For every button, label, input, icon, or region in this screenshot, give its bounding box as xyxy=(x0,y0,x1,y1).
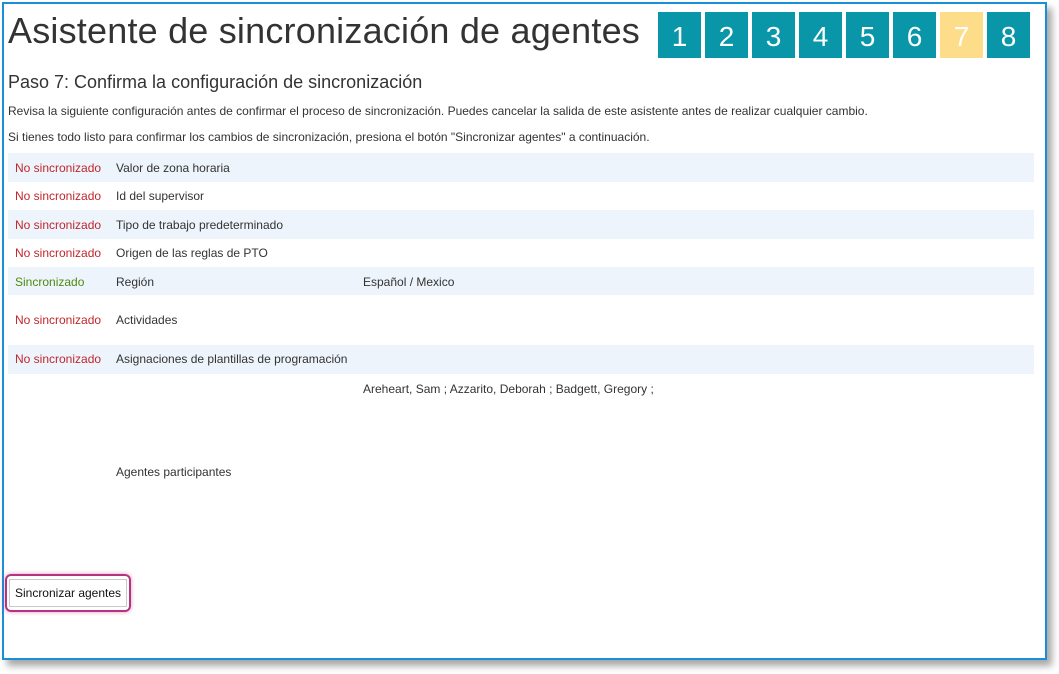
table-row: Sincronizado Región Español / Mexico xyxy=(8,267,1034,295)
setting-name: Región xyxy=(116,275,155,289)
step-description: Revisa la siguiente configuración antes … xyxy=(8,104,868,118)
sync-agents-button[interactable]: Sincronizar agentes xyxy=(9,579,127,607)
table-row: No sincronizado Origen de las reglas de … xyxy=(8,239,1034,267)
table-row: No sincronizado Valor de zona horaria xyxy=(8,153,1034,182)
step-4[interactable]: 4 xyxy=(799,12,842,58)
step-2[interactable]: 2 xyxy=(705,12,748,58)
setting-name: Tipo de trabajo predeterminado xyxy=(116,218,283,232)
setting-name: Agentes participantes xyxy=(116,465,232,479)
setting-name: Origen de las reglas de PTO xyxy=(116,246,268,260)
table-row: No sincronizado Tipo de trabajo predeter… xyxy=(8,210,1034,239)
step-6[interactable]: 6 xyxy=(893,12,936,58)
status-badge: Sincronizado xyxy=(15,275,85,289)
step-instruction: Si tienes todo listo para confirmar los … xyxy=(8,130,650,144)
setting-name: Asignaciones de plantillas de programaci… xyxy=(116,352,348,366)
setting-value: Español / Mexico xyxy=(363,275,455,289)
participating-agents-list: Areheart, Sam ; Azzarito, Deborah ; Badg… xyxy=(363,382,654,396)
step-7-current[interactable]: 7 xyxy=(940,12,983,58)
status-badge: No sincronizado xyxy=(15,352,102,366)
status-badge: No sincronizado xyxy=(15,313,102,327)
table-row: Agentes participantes Areheart, Sam ; Az… xyxy=(8,374,1034,544)
setting-name: Id del supervisor xyxy=(116,189,205,203)
setting-name: Actividades xyxy=(116,313,178,327)
status-badge: No sincronizado xyxy=(15,161,102,175)
status-badge: No sincronizado xyxy=(15,246,102,260)
step-3[interactable]: 3 xyxy=(752,12,795,58)
sync-button-highlight: Sincronizar agentes xyxy=(5,574,131,612)
setting-name: Valor de zona horaria xyxy=(116,161,230,175)
step-1[interactable]: 1 xyxy=(658,12,701,58)
sync-settings-table: No sincronizado Valor de zona horaria No… xyxy=(8,153,1034,544)
table-row: No sincronizado Asignaciones de plantill… xyxy=(8,345,1034,374)
status-badge: No sincronizado xyxy=(15,218,102,232)
step-5[interactable]: 5 xyxy=(846,12,889,58)
step-8[interactable]: 8 xyxy=(987,12,1030,58)
table-row: No sincronizado Id del supervisor xyxy=(8,182,1034,210)
step-indicator: 1 2 3 4 5 6 7 8 xyxy=(658,12,1030,58)
page-title: Asistente de sincronización de agentes xyxy=(8,10,640,51)
status-badge: No sincronizado xyxy=(15,189,102,203)
table-row: No sincronizado Actividades xyxy=(8,295,1034,345)
step-subtitle: Paso 7: Confirma la configuración de sin… xyxy=(8,72,423,92)
